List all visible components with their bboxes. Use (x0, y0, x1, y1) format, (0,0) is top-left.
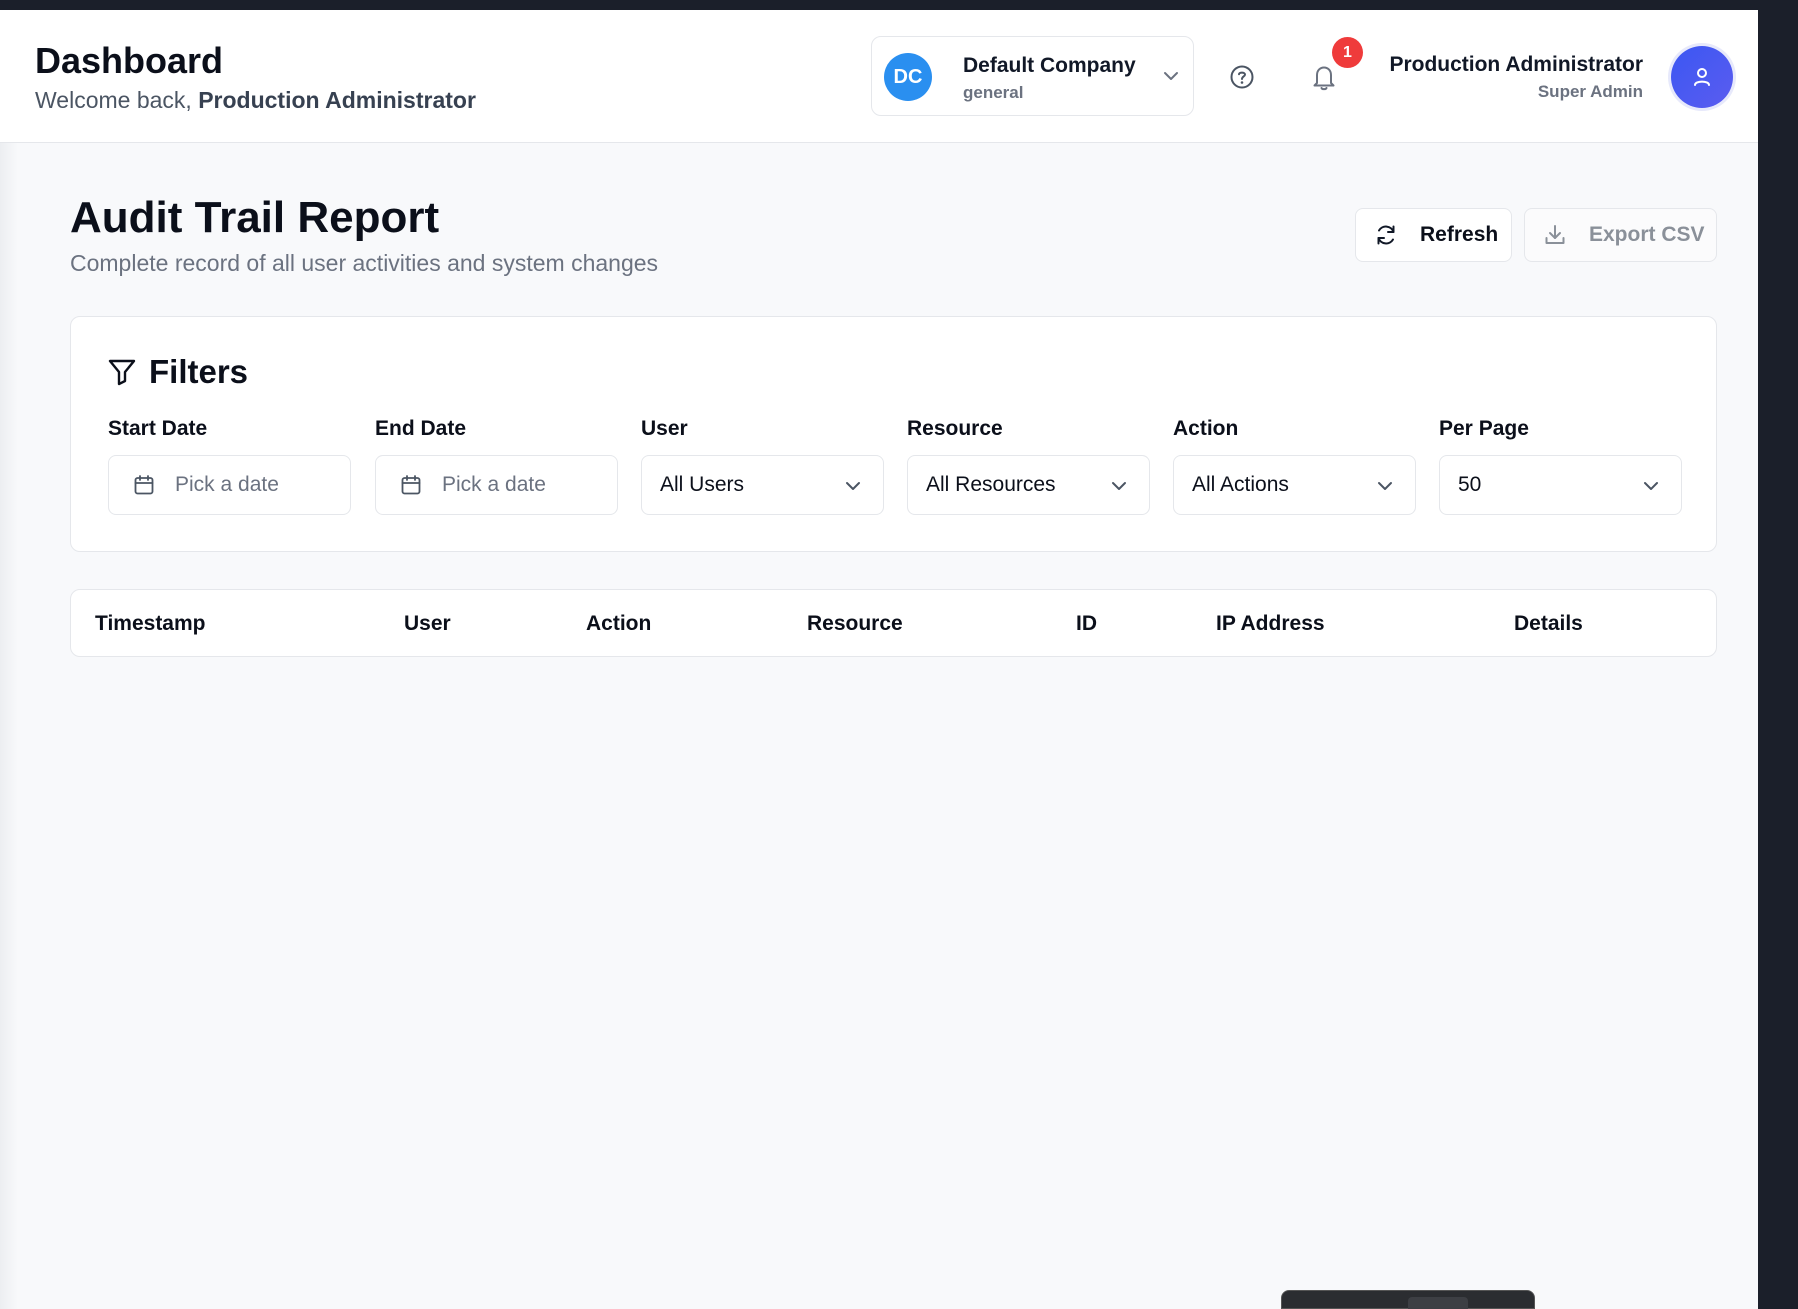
action-filter-select[interactable]: All Actions (1173, 455, 1416, 515)
column-header-id[interactable]: ID (1076, 612, 1097, 636)
panel-knob (1408, 1297, 1468, 1309)
window-top-bar (0, 0, 1798, 10)
user-filter-value: All Users (660, 473, 745, 496)
company-subtitle: general (963, 83, 1024, 102)
start-date-placeholder: Pick a date (175, 473, 279, 496)
column-header-user[interactable]: User (404, 612, 451, 636)
resource-filter-select[interactable]: All Resources (907, 455, 1150, 515)
user-icon (1694, 68, 1710, 86)
welcome-message: Welcome back, Production Administrator (35, 87, 476, 114)
chevron-down-icon (1112, 482, 1126, 490)
column-header-timestamp[interactable]: Timestamp (95, 612, 206, 636)
resource-filter-label: Resource (907, 417, 1003, 440)
chevron-down-icon (1164, 72, 1178, 80)
per-page-select[interactable]: 50 (1439, 455, 1682, 515)
top-header: Dashboard Welcome back, Production Admin… (0, 10, 1758, 143)
action-filter-label: Action (1173, 417, 1239, 440)
welcome-name: Production Administrator (198, 87, 476, 113)
column-header-action[interactable]: Action (586, 612, 651, 636)
page-subtitle: Complete record of all user activities a… (70, 250, 659, 276)
chevron-down-icon (846, 482, 860, 490)
refresh-label: Refresh (1420, 223, 1499, 246)
filter-icon (108, 359, 136, 386)
bottom-panel-handle[interactable] (1281, 1290, 1535, 1309)
start-date-label: Start Date (108, 417, 208, 440)
filters-card: Filters Start Date Pick a date End Date … (70, 316, 1717, 552)
user-avatar[interactable] (1671, 46, 1733, 108)
action-filter-value: All Actions (1192, 473, 1289, 496)
sidebar-edge (0, 143, 18, 1309)
refresh-button[interactable]: Refresh (1355, 208, 1512, 262)
export-label: Export CSV (1589, 223, 1705, 246)
download-icon (1545, 225, 1565, 244)
end-date-picker[interactable]: Pick a date (375, 455, 618, 515)
filters-heading: Filters (107, 353, 248, 391)
user-name: Production Administrator (1389, 53, 1643, 76)
refresh-icon (1377, 225, 1395, 245)
company-name: Default Company (963, 54, 1136, 77)
calendar-icon (134, 475, 154, 495)
per-page-value: 50 (1458, 473, 1482, 496)
company-avatar: DC (884, 53, 932, 101)
export-csv-button[interactable]: Export CSV (1524, 208, 1717, 262)
header-title: Dashboard (35, 40, 224, 81)
per-page-label: Per Page (1439, 417, 1529, 440)
end-date-label: End Date (375, 417, 467, 440)
end-date-placeholder: Pick a date (442, 473, 546, 496)
user-role: Super Admin (1537, 82, 1643, 101)
user-filter-label: User (641, 417, 688, 440)
calendar-icon (401, 475, 421, 495)
user-filter-select[interactable]: All Users (641, 455, 884, 515)
resource-filter-value: All Resources (926, 473, 1056, 496)
chevron-down-icon (1644, 482, 1658, 490)
audit-table: Timestamp User Action Resource ID IP Add… (70, 589, 1717, 657)
column-header-resource[interactable]: Resource (807, 612, 903, 636)
company-switcher[interactable]: DC Default Company general (871, 36, 1194, 116)
column-header-ip-address[interactable]: IP Address (1216, 612, 1325, 636)
chevron-down-icon (1378, 482, 1392, 490)
start-date-picker[interactable]: Pick a date (108, 455, 351, 515)
filters-title: Filters (149, 353, 249, 390)
window-right-edge (1758, 10, 1798, 1309)
column-header-details[interactable]: Details (1514, 612, 1583, 636)
page-title: Audit Trail Report (70, 193, 440, 242)
welcome-prefix: Welcome back, (35, 87, 192, 113)
